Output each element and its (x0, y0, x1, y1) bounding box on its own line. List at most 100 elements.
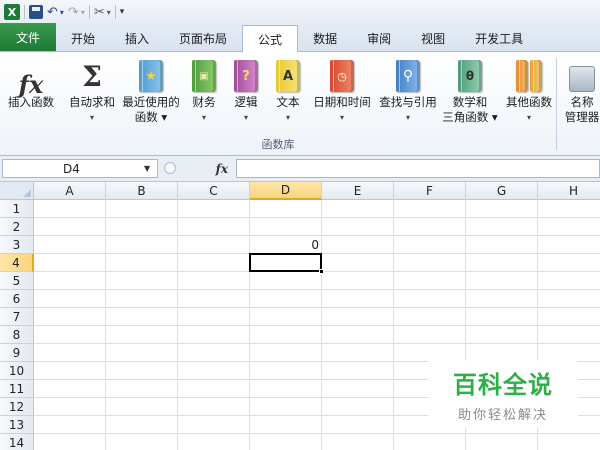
more-functions-label: 其他函数 (506, 95, 552, 109)
column-header-f[interactable]: F (394, 182, 466, 200)
gridline-horizontal (34, 235, 600, 236)
ribbon-tabs: 文件 开始 插入 页面布局 公式 数据 审阅 视图 开发工具 (0, 23, 600, 52)
column-header-h[interactable]: H (538, 182, 600, 200)
customize-qat-button[interactable]: ▾ (120, 3, 125, 21)
tab-developer[interactable]: 开发工具 (460, 25, 538, 51)
math-trig-label: 数学和 (452, 95, 488, 109)
qat-separator (114, 5, 116, 19)
redo-dropdown-icon: ▾ (80, 7, 85, 17)
row-header-9[interactable]: 9 (0, 344, 34, 362)
column-header-c[interactable]: C (178, 182, 250, 200)
gridline-horizontal (34, 343, 600, 344)
more-functions-button[interactable]: 其他函数 ▾ (502, 56, 556, 125)
tab-home[interactable]: 开始 (56, 25, 110, 51)
tab-page-layout[interactable]: 页面布局 (164, 25, 242, 51)
theta-book-icon: θ (458, 60, 482, 92)
row-header-5[interactable]: 5 (0, 272, 34, 290)
save-button[interactable] (29, 3, 43, 21)
insert-function-fx-button[interactable]: fx (162, 159, 234, 178)
row-header-7[interactable]: 7 (0, 308, 34, 326)
text-label: 文本 (276, 95, 300, 109)
question-book-icon: ? (234, 60, 258, 92)
ribbon-panel: fx 插入函数 Σ 自动求和 ▾ ★ 最近使用的 函数 ▾ ▣ 财务 ▾ ? 逻… (0, 52, 600, 156)
row-header-4[interactable]: 4 (0, 254, 34, 272)
formula-input[interactable] (236, 159, 600, 178)
select-all-button[interactable] (0, 182, 34, 200)
formula-bar: D4 ▼ fx (0, 156, 600, 182)
redo-button[interactable]: ↷ ▾ (68, 3, 85, 21)
column-header-e[interactable]: E (322, 182, 394, 200)
excel-logo-icon: X (4, 4, 20, 20)
row-header-1[interactable]: 1 (0, 200, 34, 218)
lookup-reference-dropdown-icon: ▾ (405, 113, 410, 122)
function-library-group-label: 函数库 (261, 138, 295, 151)
autosum-dropdown-icon: ▾ (89, 113, 94, 122)
tab-review[interactable]: 审阅 (352, 25, 406, 51)
name-box[interactable]: D4 (2, 159, 158, 178)
tools-icon: ✂ (93, 4, 105, 20)
insert-function-label: 插入函数 (8, 95, 54, 109)
books-icon (516, 60, 542, 92)
clock-book-icon: ◷ (330, 60, 354, 92)
tools-dropdown-icon: ▾ (106, 7, 111, 17)
tab-formulas[interactable]: 公式 (242, 25, 299, 52)
row-header-2[interactable]: 2 (0, 218, 34, 236)
magnifier-book-icon: ⚲ (396, 60, 420, 92)
date-time-label: 日期和时间 (313, 95, 371, 109)
redo-icon: ↷ (67, 4, 79, 20)
row-header-8[interactable]: 8 (0, 326, 34, 344)
fx-small-icon: fx (215, 161, 228, 176)
name-box-dropdown-icon[interactable]: ▼ (144, 164, 150, 173)
active-cell-selection[interactable] (249, 253, 322, 272)
quick-access-toolbar: X ↶ ▾ ↷ ▾ ✂ ▾ ▾ (0, 0, 600, 24)
text-button[interactable]: A 文本 ▾ (272, 56, 304, 125)
save-icon (29, 5, 43, 19)
recently-used-label-2: 函数 ▾ (134, 110, 168, 124)
more-functions-dropdown-icon: ▾ (526, 113, 531, 122)
column-header-b[interactable]: B (106, 182, 178, 200)
qat-separator (24, 5, 25, 19)
row-header-12[interactable]: 12 (0, 398, 34, 416)
name-manager-icon (569, 66, 595, 92)
name-manager-label: 名称 (570, 95, 594, 109)
math-trig-button[interactable]: θ 数学和 三角函数 ▾ (440, 56, 500, 125)
logical-button[interactable]: ? 逻辑 ▾ (230, 56, 262, 125)
row-header-13[interactable]: 13 (0, 416, 34, 434)
math-trig-label-2: 三角函数 ▾ (442, 110, 498, 124)
tab-view[interactable]: 视图 (406, 25, 460, 51)
financial-dropdown-icon: ▾ (201, 113, 206, 122)
tab-insert[interactable]: 插入 (110, 25, 164, 51)
row-header-3[interactable]: 3 (0, 236, 34, 254)
customize-dropdown-icon: ▾ (119, 7, 125, 17)
row-header-14[interactable]: 14 (0, 434, 34, 450)
text-book-icon: A (276, 60, 300, 92)
fill-handle[interactable] (319, 269, 324, 274)
recently-used-button[interactable]: ★ 最近使用的 函数 ▾ (120, 56, 182, 125)
star-book-icon: ★ (139, 60, 163, 92)
financial-button[interactable]: ▣ 财务 ▾ (188, 56, 220, 125)
column-header-d[interactable]: D (250, 182, 322, 200)
date-time-button[interactable]: ◷ 日期和时间 ▾ (310, 56, 374, 125)
tab-data[interactable]: 数据 (298, 25, 352, 51)
tab-file[interactable]: 文件 (0, 23, 56, 51)
undo-icon: ↶ (47, 4, 58, 20)
lookup-reference-label: 查找与引用 (379, 95, 437, 109)
undo-button[interactable]: ↶ ▾ (47, 3, 64, 21)
logical-dropdown-icon: ▾ (243, 113, 248, 122)
lookup-reference-button[interactable]: ⚲ 查找与引用 ▾ (376, 56, 440, 125)
date-time-dropdown-icon: ▾ (339, 113, 344, 122)
name-manager-button[interactable]: 名称 管理器 (560, 56, 600, 125)
gridline-horizontal (34, 433, 600, 434)
tools-button[interactable]: ✂ ▾ (94, 3, 111, 21)
watermark: 百科全说 助你轻松解决 (428, 360, 578, 428)
column-header-g[interactable]: G (466, 182, 538, 200)
row-header-10[interactable]: 10 (0, 362, 34, 380)
recently-used-label: 最近使用的 (122, 95, 180, 109)
row-header-11[interactable]: 11 (0, 380, 34, 398)
gridline-horizontal (34, 289, 600, 290)
cell-d3[interactable]: 0 (250, 238, 322, 252)
insert-function-button[interactable]: fx 插入函数 (4, 56, 58, 110)
column-header-a[interactable]: A (34, 182, 106, 200)
autosum-button[interactable]: Σ 自动求和 ▾ (66, 56, 118, 125)
row-header-6[interactable]: 6 (0, 290, 34, 308)
